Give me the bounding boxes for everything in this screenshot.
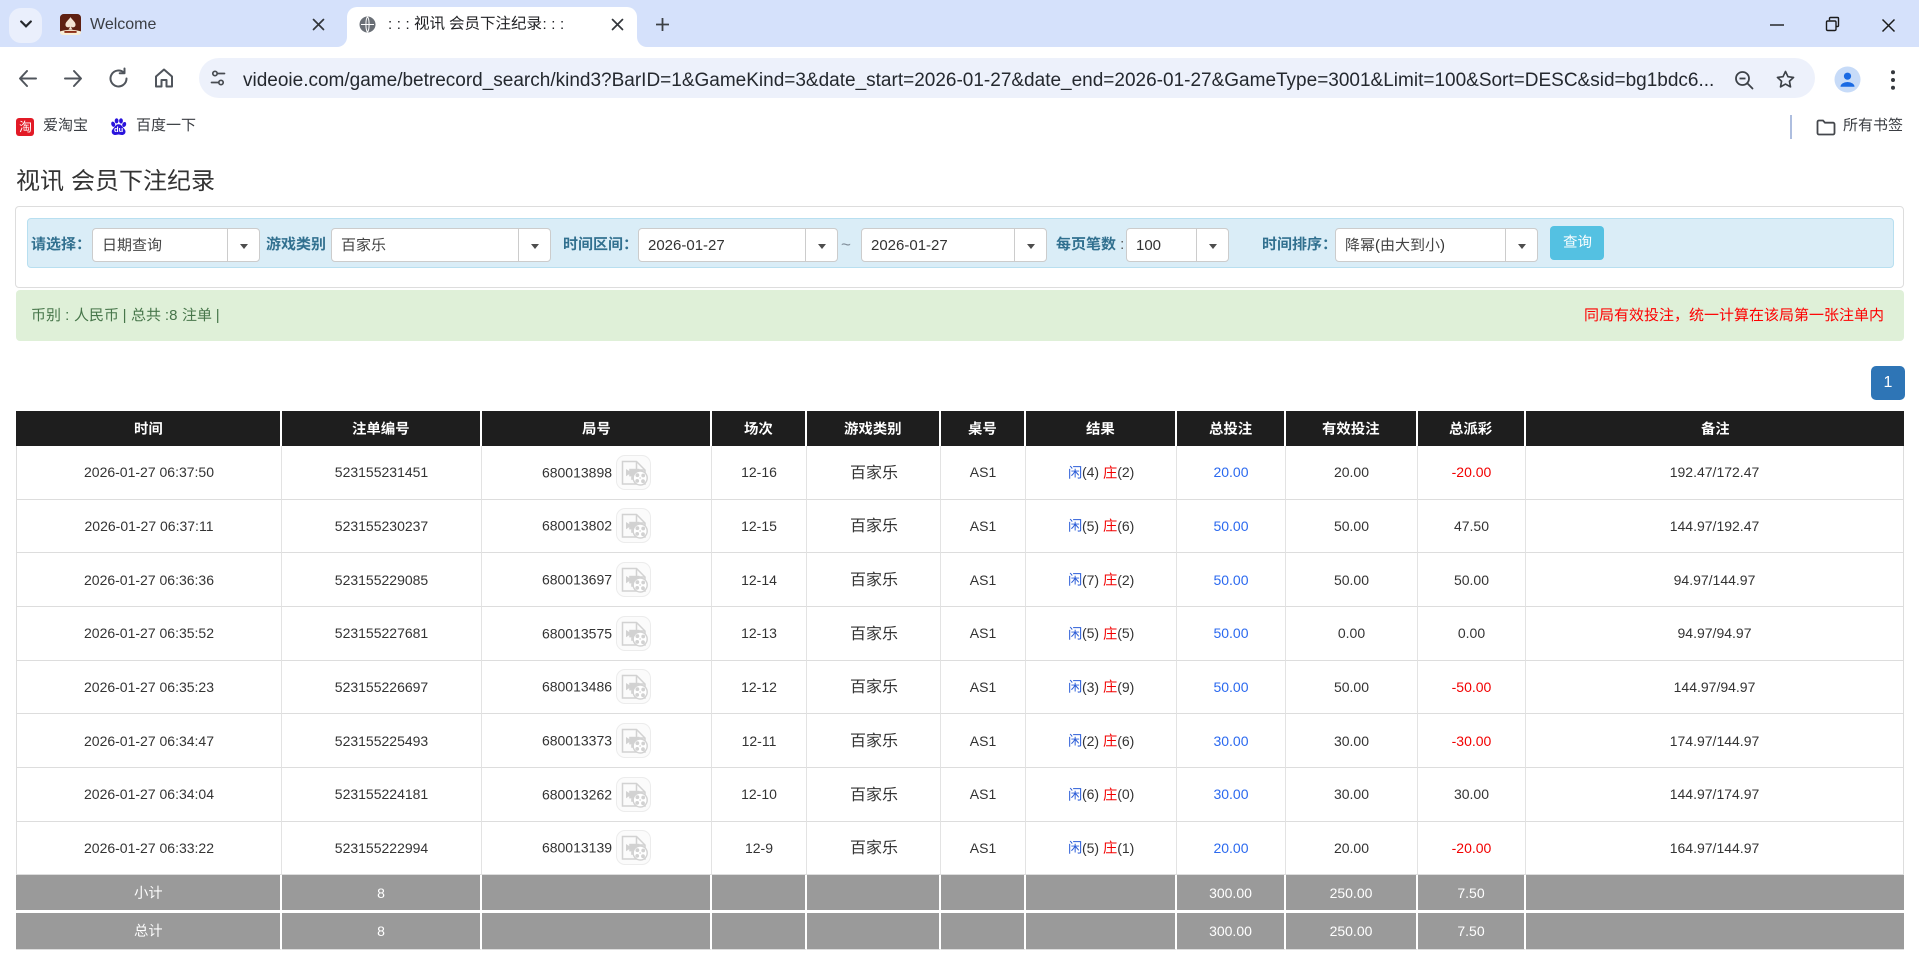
svg-text:du: du: [114, 125, 124, 134]
